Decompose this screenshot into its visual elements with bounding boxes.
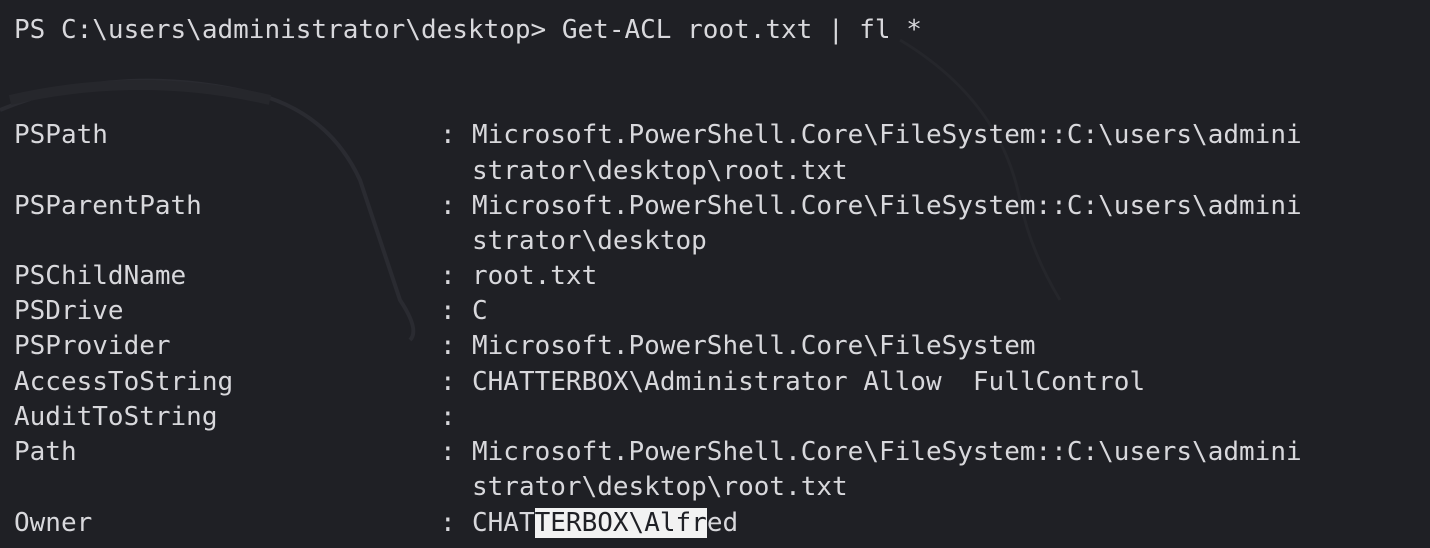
row-separator: : (440, 191, 456, 221)
row-separator: : (440, 120, 456, 150)
row-value-wrap: strator\desktop\root.txt (472, 472, 848, 502)
row-value: Microsoft.PowerShell.Core\FileSystem::C:… (472, 191, 1302, 221)
row-key: AccessToString (14, 367, 234, 397)
row-key: PSProvider (14, 331, 171, 361)
row-value: CHATTERBOX\Administrator Allow FullContr… (472, 367, 1146, 397)
row-key: PSPath (14, 120, 108, 150)
row-value-wrap: strator\desktop\root.txt (472, 156, 848, 186)
row-key: PSParentPath (14, 191, 202, 221)
row-key: AuditToString (14, 402, 218, 432)
terminal-window[interactable]: PS C:\users\administrator\desktop> Get-A… (0, 0, 1430, 548)
row-key: Path (14, 437, 77, 467)
row-value: root.txt (472, 261, 598, 291)
owner-value[interactable]: CHATTERBOX\Alfred (472, 505, 738, 541)
owner-text-before: CHAT (472, 508, 535, 538)
row-separator: : (440, 296, 456, 326)
row-key: PSDrive (14, 296, 124, 326)
row-value: Microsoft.PowerShell.Core\FileSystem (472, 331, 1036, 361)
row-value: Microsoft.PowerShell.Core\FileSystem::C:… (472, 437, 1302, 467)
text-selection[interactable]: TERBOX\Alfr (534, 508, 707, 538)
row-value-wrap: strator\desktop (472, 226, 707, 256)
row-separator: : (440, 367, 456, 397)
row-separator: : (440, 261, 456, 291)
row-value: Microsoft.PowerShell.Core\FileSystem::C:… (472, 120, 1302, 150)
row-separator: : (440, 402, 456, 432)
row-value: C (472, 296, 488, 326)
row-key: PSChildName (14, 261, 187, 291)
row-key: Owner (14, 508, 93, 538)
row-separator: : (440, 437, 456, 467)
owner-text-after: ed (706, 508, 739, 538)
row-separator: : (440, 331, 456, 361)
command-prompt: PS C:\users\administrator\desktop> Get-A… (14, 15, 922, 45)
row-separator: : (440, 508, 456, 538)
